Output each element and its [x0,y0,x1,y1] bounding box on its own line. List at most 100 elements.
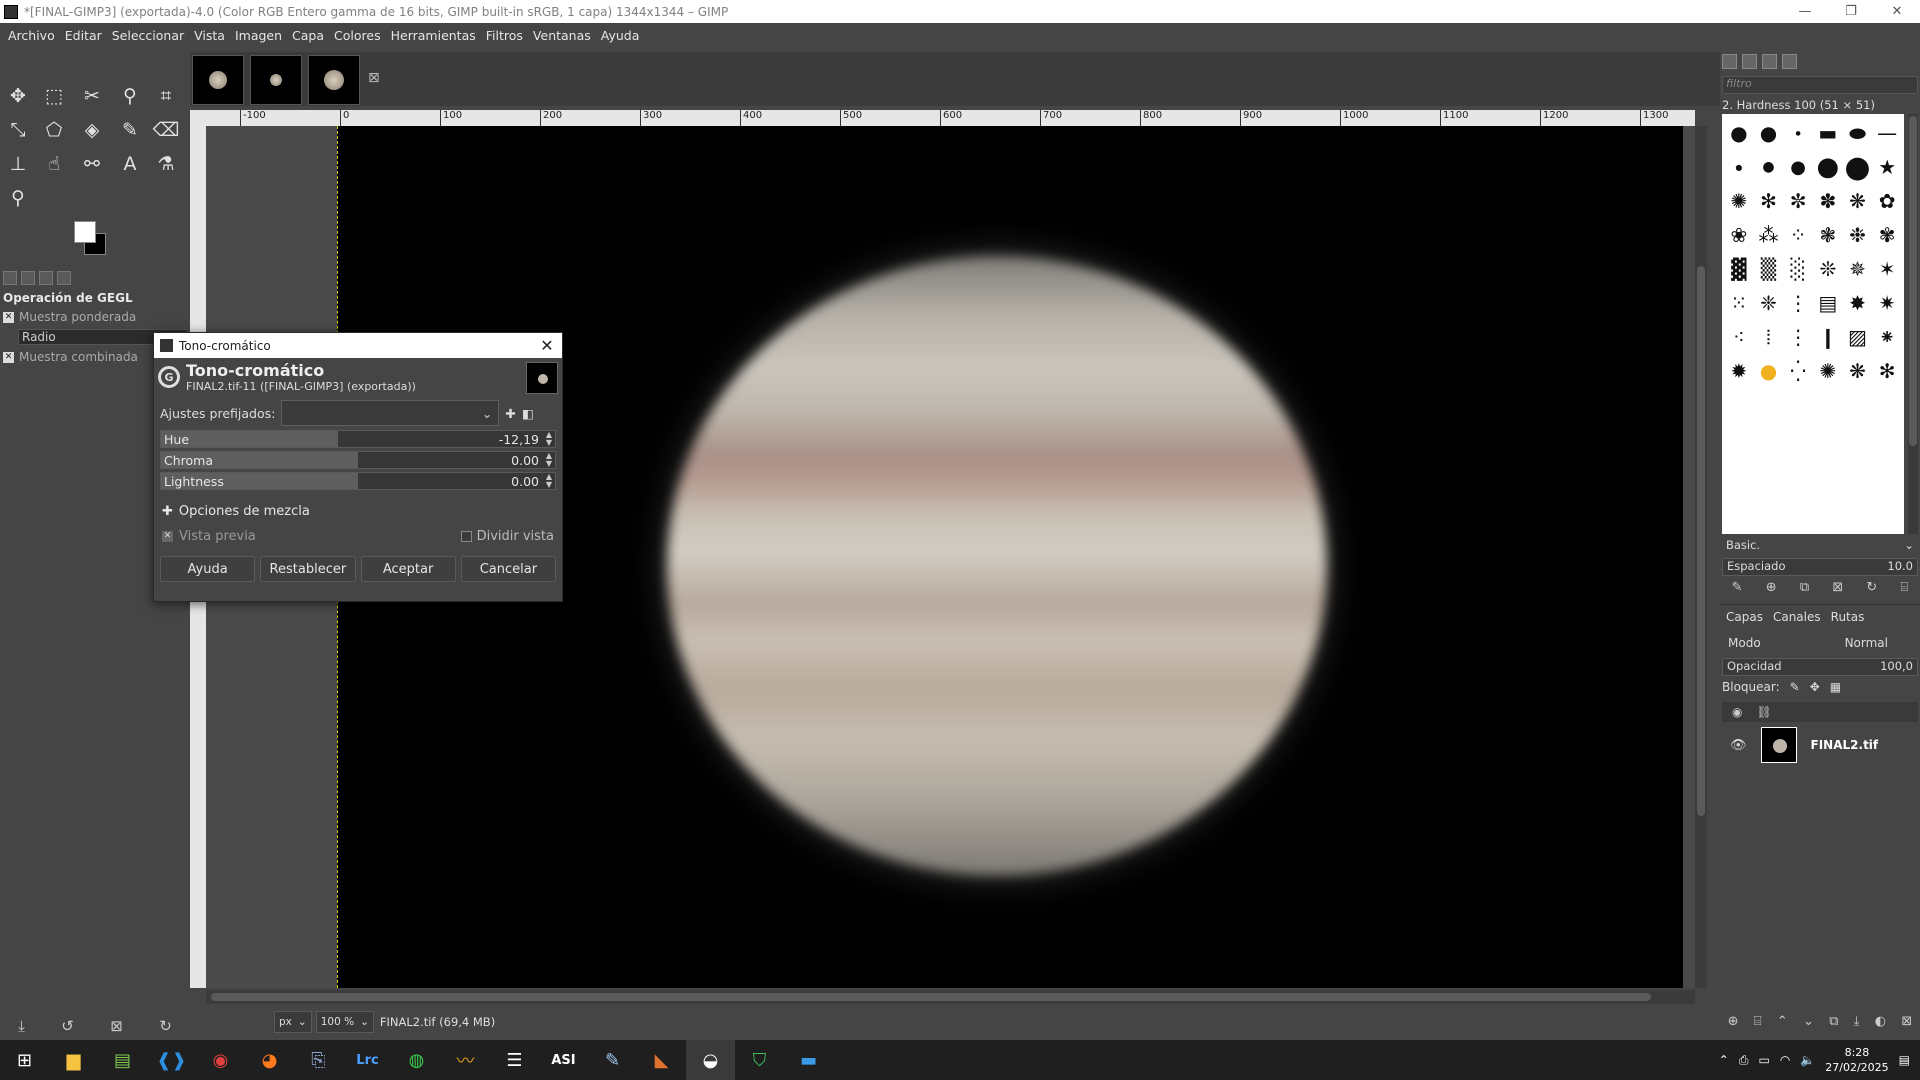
delete-layer-icon[interactable]: ⊠ [1901,1014,1912,1036]
brush-item[interactable]: ❈ [1754,286,1784,320]
duplicate-brush-icon[interactable]: ⧉ [1800,580,1809,600]
brush-item[interactable]: ⋮ [1783,286,1813,320]
refresh-brushes-icon[interactable]: ↻ [1866,580,1877,600]
lock-position-icon[interactable]: ✥ [1810,680,1820,694]
close-image-tab-icon[interactable]: ⊠ [368,70,380,86]
smudge-tool-icon[interactable]: ☝ [40,150,68,178]
menu-ventanas[interactable]: Ventanas [528,28,596,43]
paths-tool-icon[interactable]: ⚯ [78,150,106,178]
images-tab-icon[interactable] [57,271,71,285]
raise-layer-icon[interactable]: ⌃ [1777,1014,1788,1036]
lightness-slider[interactable]: Lightness 0.00 ▲ ▼ [160,472,556,490]
brush-item[interactable]: ❉ [1843,218,1873,252]
tab-rutas[interactable]: Rutas [1827,610,1869,624]
preset-menu-icon[interactable]: ◧ [522,406,534,421]
hue-value[interactable]: -12,19 [499,432,539,447]
paintbrush-tool-icon[interactable]: ✎ [116,116,144,144]
brush-item[interactable]: ✸ [1843,286,1873,320]
split-view-toggle[interactable]: Dividir vista [460,529,554,544]
add-preset-icon[interactable]: ✚ [505,406,515,421]
brush-item[interactable]: ❋ [1843,184,1873,218]
new-layer-icon[interactable]: ⊕ [1728,1014,1739,1036]
brush-item[interactable]: ● [1754,150,1784,184]
restore-options-icon[interactable]: ↺ [61,1017,74,1035]
sample-weighted-checkbox[interactable]: ✕ [3,311,14,323]
scissors-select-tool-icon[interactable]: ✂ [78,82,106,110]
ok-button[interactable]: Aceptar [360,556,456,582]
chevron-up-icon[interactable]: ⌃ [1719,1053,1729,1067]
brush-spacing-slider[interactable]: Espaciado 10.0 [1722,558,1918,576]
wifi-icon[interactable]: ◠ [1780,1053,1790,1067]
reset-button[interactable]: Restablecer [260,556,356,582]
brush-item[interactable]: ▨ [1843,320,1873,354]
sample-merged-option[interactable]: ✕ Muestra ponderada [0,308,190,326]
lower-layer-icon[interactable]: ⌄ [1803,1014,1814,1036]
brush-item[interactable]: ✻ [1872,354,1902,388]
image-viewer-icon[interactable]: ◣ [637,1040,686,1080]
maximize-button[interactable]: ❐ [1828,4,1874,19]
brush-item[interactable]: ░ [1783,252,1813,286]
tab-capas[interactable]: Capas [1722,610,1767,624]
device-status-tab-icon[interactable] [21,271,35,285]
menu-capa[interactable]: Capa [287,28,329,43]
cancel-button[interactable]: Cancelar [460,556,556,582]
blend-options-expander[interactable]: ✚ Opciones de mezcla [154,498,562,524]
hue-spinner[interactable]: ▲ ▼ [546,431,552,447]
menu-herramientas[interactable]: Herramientas [386,28,481,43]
brush-item[interactable]: ⁙ [1724,286,1754,320]
menu-filtros[interactable]: Filtros [481,28,528,43]
merge-layer-icon[interactable]: ⤓ [1854,1014,1860,1036]
brush-item[interactable]: ⬬ [1843,116,1873,150]
vscode-icon[interactable]: ❰❱ [147,1040,196,1080]
brush-item[interactable]: — [1872,116,1902,150]
brush-item[interactable]: ✽ [1813,184,1843,218]
lightness-value[interactable]: 0.00 [511,474,539,489]
brush-item[interactable]: ⋮ [1783,320,1813,354]
brush-item[interactable]: ▬ [1813,116,1843,150]
brush-item[interactable]: ✼ [1783,184,1813,218]
split-view-checkbox[interactable] [460,530,472,542]
crop-tool-icon[interactable]: ⌗ [152,82,180,110]
menu-archivo[interactable]: Archivo [3,28,60,43]
brush-scroll-thumb[interactable] [1909,116,1917,446]
shield-app-icon[interactable]: ⛉ [735,1040,784,1080]
sample-combined-checkbox[interactable]: ✕ [3,351,14,363]
remote-desktop-icon[interactable]: ⎘ [294,1040,343,1080]
eraser-tool-icon[interactable]: ⌫ [152,116,180,144]
meet-icon[interactable]: ⎙ [1739,1053,1749,1068]
asi-studio-icon[interactable]: ASI [539,1040,588,1080]
reset-options-icon[interactable]: ↻ [159,1017,172,1035]
brush-item[interactable]: ✿ [1872,184,1902,218]
layer-row[interactable]: 👁 FINAL2.tif [1722,724,1918,766]
spreadsheet-app-icon[interactable]: ▤ [98,1040,147,1080]
brush-item[interactable]: ❃ [1813,218,1843,252]
chroma-value[interactable]: 0.00 [511,453,539,468]
astro-app-icon[interactable]: 〰 [441,1040,490,1080]
menu-imagen[interactable]: Imagen [230,28,287,43]
brush-item[interactable]: ✺ [1724,184,1754,218]
brush-item[interactable]: ✵ [1843,252,1873,286]
brush-item-selected[interactable]: ● [1843,150,1873,185]
dialog-close-button[interactable]: ✕ [532,336,562,355]
close-window-button[interactable]: ✕ [1874,4,1920,19]
preview-checkbox[interactable]: ✕ [162,530,173,542]
brush-item[interactable]: ✺ [1813,354,1843,388]
foreground-color[interactable] [74,221,96,243]
menu-ayuda[interactable]: Ayuda [596,28,645,43]
undo-history-tab-icon[interactable] [39,271,53,285]
brush-item[interactable]: ✻ [1754,184,1784,218]
new-brush-icon[interactable]: ⊕ [1766,580,1777,600]
delete-brush-icon[interactable]: ⊠ [1832,580,1843,600]
brush-item[interactable]: ★ [1872,150,1902,184]
layer-name[interactable]: FINAL2.tif [1811,738,1879,752]
layer-opacity-slider[interactable]: Opacidad 100,0 [1722,658,1918,676]
brushes-tab-icon[interactable] [1722,54,1737,69]
brush-item[interactable]: ● [1783,150,1813,184]
eye-icon[interactable]: 👁 [1730,738,1747,753]
vertical-scroll-thumb[interactable] [1697,266,1705,816]
layer-mode-select[interactable]: Normal [1845,636,1888,650]
minimize-button[interactable]: — [1782,4,1828,19]
start-icon[interactable]: ⊞ [0,1040,49,1080]
file-explorer-icon[interactable]: ▆ [49,1040,98,1080]
image-tab-3-active[interactable] [308,55,360,105]
